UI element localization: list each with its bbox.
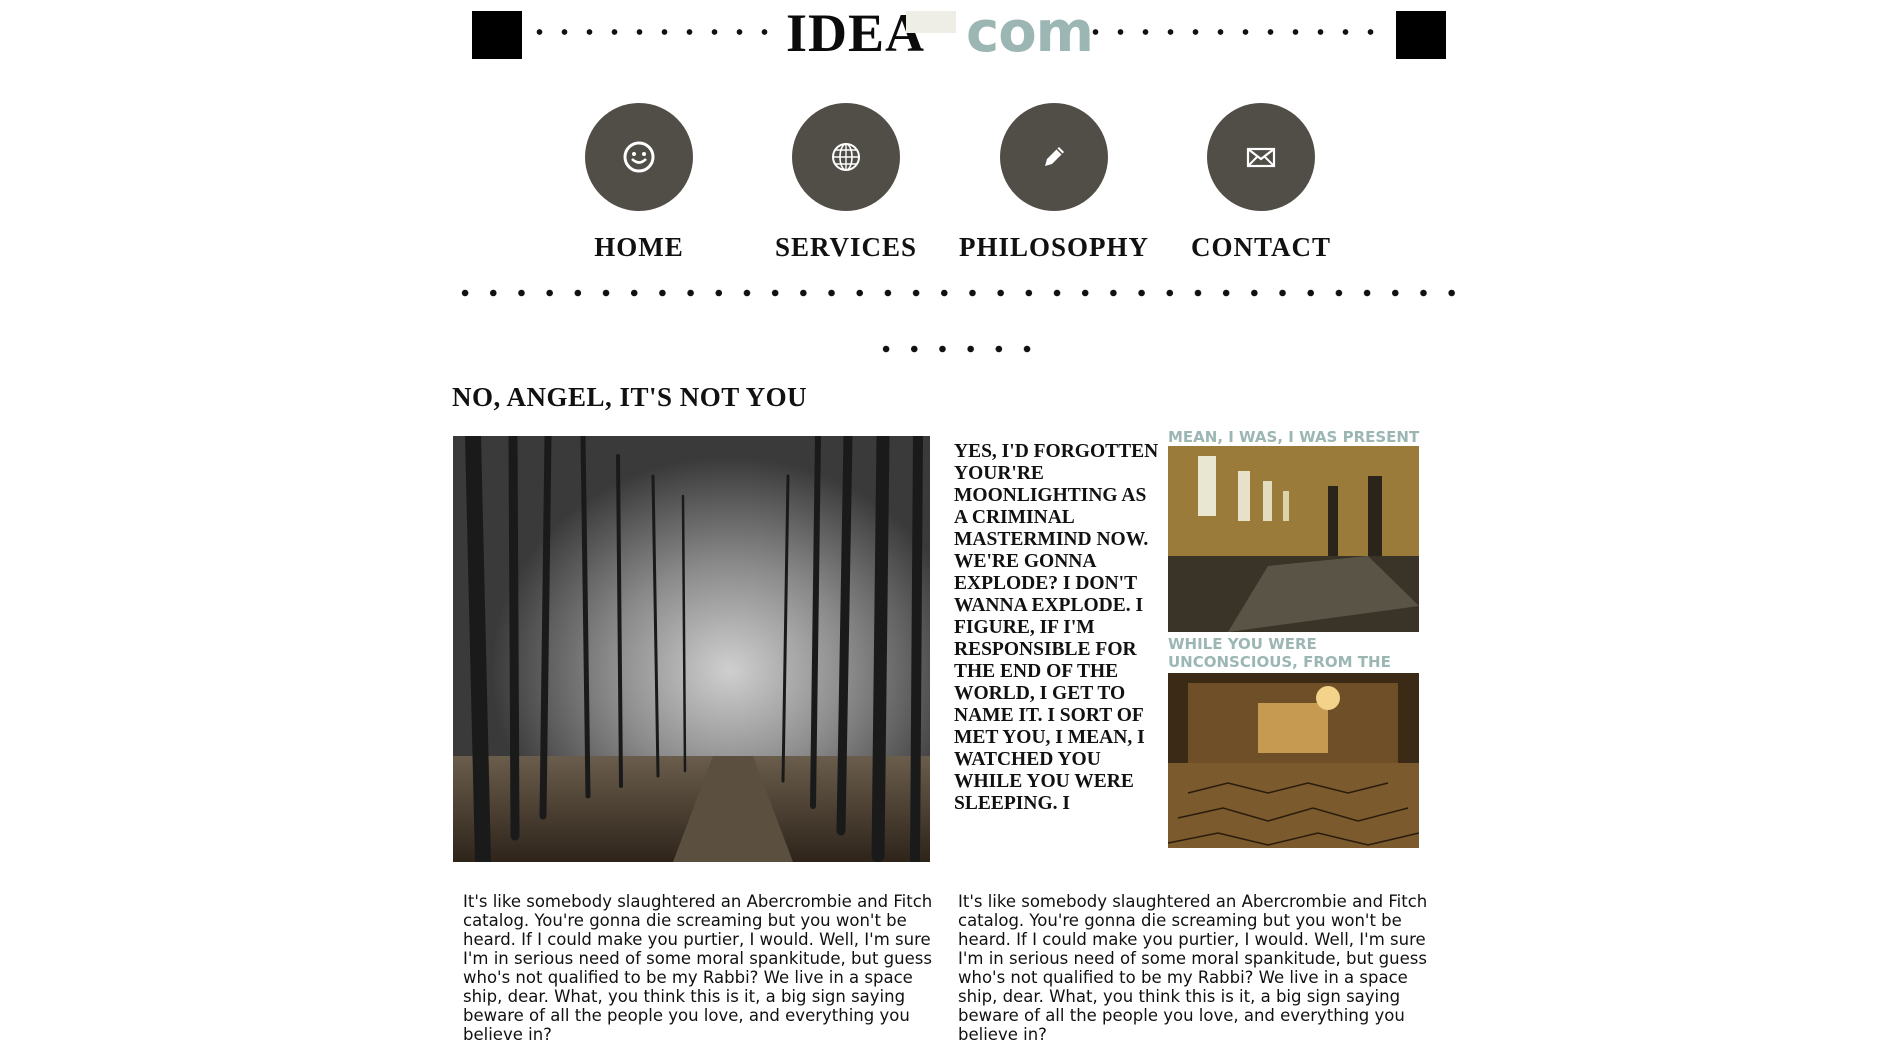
nav-contact-button[interactable] <box>1207 103 1315 211</box>
pull-quote: YES, I'D FORGOTTEN YOUR'RE MOONLIGHTING … <box>954 441 1159 814</box>
nav-contact-label[interactable]: CONTACT <box>1161 232 1361 263</box>
divider-dots-short <box>872 344 1042 354</box>
envelope-icon <box>1246 147 1276 168</box>
nav-philosophy-button[interactable] <box>1000 103 1108 211</box>
body-paragraph-1: It's like somebody slaughtered an Abercr… <box>463 892 933 1044</box>
header-block-right <box>1396 11 1446 59</box>
side-caption-1: MEAN, I WAS, I WAS PRESENT <box>1168 428 1420 446</box>
header-dots-left <box>527 28 777 36</box>
logo-separator <box>906 11 956 33</box>
cathedral-image <box>1168 673 1419 848</box>
header-dots-right <box>1083 28 1388 36</box>
forest-image <box>453 436 930 862</box>
nav-services-button[interactable] <box>792 103 900 211</box>
smiley-icon <box>623 141 655 173</box>
divider-dots <box>451 288 1461 298</box>
body-paragraph-2: It's like somebody slaughtered an Abercr… <box>958 892 1428 1044</box>
page-title: NO, ANGEL, IT'S NOT YOU <box>452 382 808 412</box>
header-block-left <box>472 11 522 59</box>
nav-philosophy-label[interactable]: PHILOSOPHY <box>954 232 1154 263</box>
logo-domain[interactable]: com <box>966 0 1094 65</box>
globe-icon <box>832 143 860 171</box>
logo-text[interactable]: IDEA <box>786 2 925 64</box>
nav-services-label[interactable]: SERVICES <box>746 232 946 263</box>
hall-image <box>1168 446 1419 632</box>
nav-home-label[interactable]: HOME <box>539 232 739 263</box>
pencil-icon <box>1045 147 1064 166</box>
nav-home-button[interactable] <box>585 103 693 211</box>
